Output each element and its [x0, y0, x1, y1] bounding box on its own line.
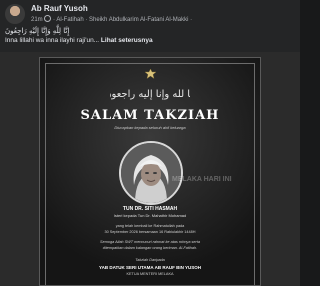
calligraphy-emblem: إنا لله وإنا إليه راجعون — [110, 89, 190, 100]
passing-line-1: yang telah kembali ke Rahmatullah pada — [115, 224, 185, 228]
post-tags: · Al-Fatihah · Sheikh Abdulkarim Al-Fata… — [53, 17, 193, 23]
post-caption: Inna lillahi wa inna ilayhi raji'un... L… — [5, 37, 153, 44]
state-crest-icon — [144, 69, 157, 79]
passing-line-2: 30 September 2026 bersamaan 16 Rabiulakh… — [104, 230, 196, 234]
portrait-photo — [119, 141, 183, 205]
see-more-link[interactable]: Lihat seterusnya — [101, 37, 153, 44]
poster-frame: إنا لله وإنا إليه راجعون SALAM TAKZIAH D… — [39, 57, 261, 286]
takziah-poster-image[interactable]: إنا لله وإنا إليه راجعون SALAM TAKZIAH D… — [0, 52, 300, 286]
from-label: Takziah Daripada — [135, 258, 165, 262]
portrait-illustration — [121, 143, 181, 203]
author-avatar[interactable] — [5, 4, 25, 24]
facebook-post: Ab Rauf Yusoh 21m · Al-Fatihah · Sheikh … — [0, 0, 300, 286]
post-meta: 21m · Al-Fatihah · Sheikh Abdulkarim Al-… — [31, 15, 192, 23]
post-time[interactable]: 21m — [31, 17, 43, 23]
sender-name: YAB DATUK SERI UTAMA AB RAUF BIN YUSOH — [98, 265, 201, 270]
poster-title: SALAM TAKZIAH — [80, 108, 220, 123]
poster-subtitle: Diucapkan kepada seluruh ahli keluarga — [114, 125, 186, 130]
arabic-text: إِنَّا لِلَّهِ وَإِنَّا إِلَيْهِ رَاجِعُ… — [5, 27, 70, 35]
sender-role: KETUA MENTERI MELAKA — [126, 272, 174, 276]
watermark-text: MELAKA HARI INI — [172, 176, 232, 183]
author-name[interactable]: Ab Rauf Yusoh — [31, 4, 88, 13]
prayer-line-2: ditempatkan dalam kalangan orang beriman… — [102, 246, 198, 250]
deceased-relation: Isteri kepada Tun Dr. Mahathir Mohamad — [113, 213, 187, 218]
svg-text:إنا لله وإنا إليه راجعون: إنا لله وإنا إليه راجعون — [110, 89, 190, 100]
prayer-line-1: Semoga Allah SWT mencucuri rahmat ke ata… — [100, 240, 200, 244]
deceased-name: TUN DR. SITI HASMAH — [122, 206, 178, 212]
caption-text: Inna lillahi wa inna ilayhi raji'un... — [5, 37, 100, 44]
globe-icon — [44, 15, 52, 22]
